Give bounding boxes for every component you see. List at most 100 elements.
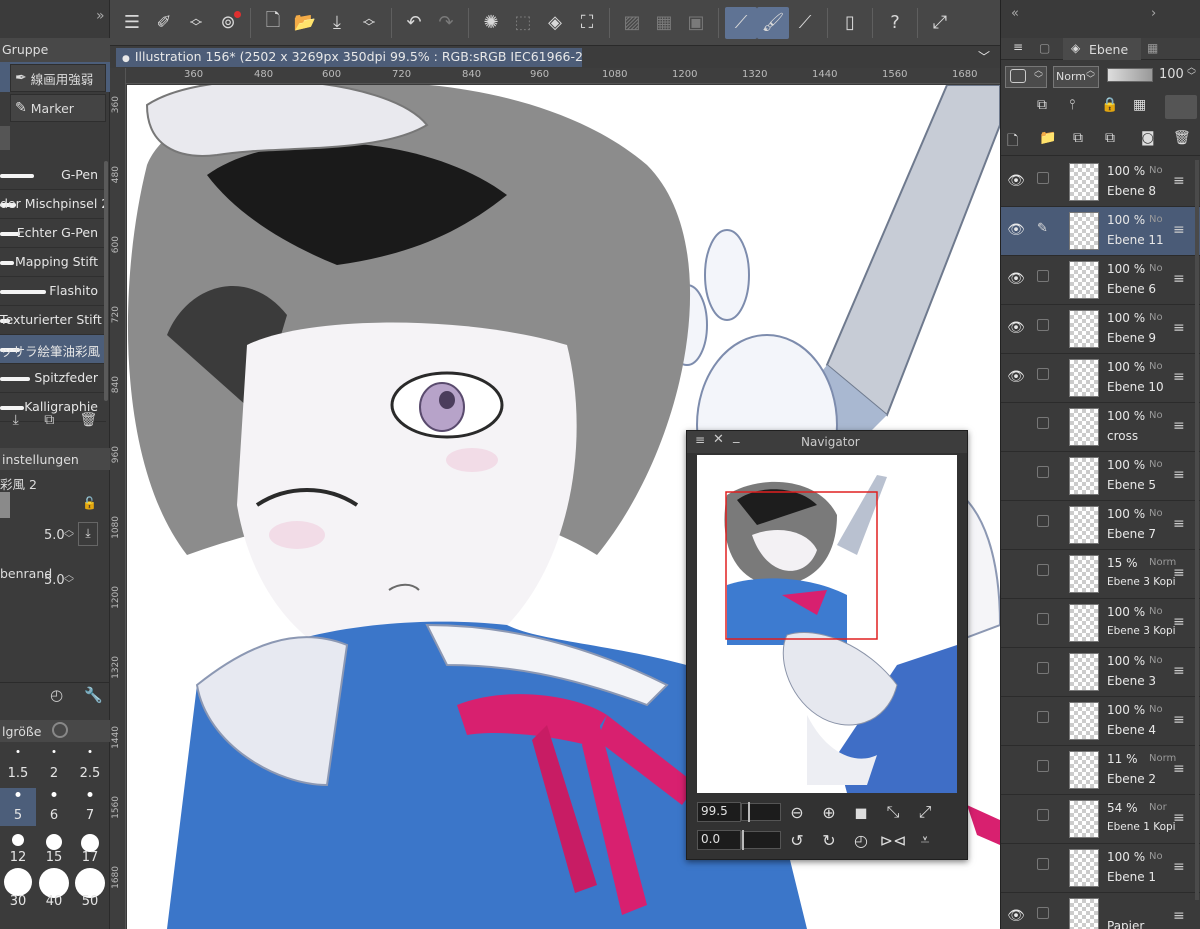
brush-size-option[interactable]: 2.5 <box>72 746 108 784</box>
farbenrand-value[interactable]: 5.0 <box>44 573 65 588</box>
pen-icon[interactable]: ✐ <box>148 7 180 39</box>
brush-item[interactable]: der Mischpinsel 2 <box>0 190 106 219</box>
fit-screen-icon[interactable]: ◼ <box>845 803 877 822</box>
pen-pressure-icon[interactable]: ⟋ <box>789 7 821 39</box>
layer-checkbox[interactable] <box>1037 662 1049 674</box>
brush-size-option[interactable]: 17 <box>72 830 108 868</box>
layer-row[interactable]: 54 % Nor Ebene 1 Kopi ≡ <box>1001 795 1200 844</box>
zoom-slider[interactable] <box>741 802 781 822</box>
layer-row[interactable]: 👁 100 % No Ebene 8 ≡ <box>1001 158 1200 207</box>
layer-menu-icon[interactable]: ≡ <box>1173 614 1185 630</box>
layer-checkbox[interactable] <box>1037 466 1049 478</box>
brush-size-option[interactable]: 15 <box>36 830 72 868</box>
layer-checkbox[interactable] <box>1037 760 1049 772</box>
layer-row[interactable]: 100 % No Ebene 5 ≡ <box>1001 452 1200 501</box>
layer-row[interactable]: 👁 Papier ≡ <box>1001 893 1200 929</box>
brush-size-option[interactable]: 50 <box>72 868 108 910</box>
layer-menu-icon[interactable]: ≡ <box>1173 418 1185 434</box>
mask-icon[interactable]: ◙ <box>1141 130 1155 146</box>
layer-scrollbar[interactable] <box>1195 160 1199 900</box>
brush-item[interactable]: G-Pen <box>0 161 106 190</box>
opacity-value[interactable]: 100 <box>1159 67 1184 82</box>
rotation-slider[interactable] <box>741 830 781 850</box>
phone-icon[interactable]: ▯ <box>834 7 866 39</box>
expand-icon[interactable]: › <box>1151 6 1156 21</box>
navigator-titlebar[interactable]: ≡ ✕ _ Navigator <box>687 429 967 453</box>
layer-checkbox[interactable] <box>1037 613 1049 625</box>
tab-icon[interactable]: ▦ <box>1147 41 1158 55</box>
download-brush-icon[interactable]: ⤓ <box>78 522 98 546</box>
blend-mode-select[interactable]: Norm ︿ ﹀ <box>1053 66 1099 88</box>
brush-size-value[interactable]: 5.0 <box>44 528 65 543</box>
subtool-marker[interactable]: ✎ Marker <box>10 94 106 122</box>
duplicate-icon[interactable]: ⧉ <box>44 412 54 436</box>
tab-layers[interactable]: ◈ Ebene <box>1063 38 1141 60</box>
layer-checkbox[interactable] <box>1037 858 1049 870</box>
eye-icon[interactable]: 👁 <box>1007 369 1025 385</box>
brush-size-option[interactable]: 7 <box>72 788 108 826</box>
rotation-field[interactable]: 0.0 <box>697 830 741 850</box>
layer-row[interactable]: 100 % No cross ≡ <box>1001 403 1200 452</box>
mask-enable-icon[interactable] <box>1165 95 1197 119</box>
layer-menu-icon[interactable]: ≡ <box>1173 222 1185 238</box>
opacity-slider[interactable] <box>1107 68 1153 82</box>
brush-size-option[interactable]: 1.5 <box>0 746 36 784</box>
save-icon[interactable]: ⤓ <box>321 7 353 39</box>
brush-item[interactable]: Echter G-Pen <box>0 219 106 248</box>
brush-item[interactable]: Spitzfeder <box>0 364 106 393</box>
zoom-field[interactable]: 99.5 <box>697 802 741 822</box>
layer-row[interactable]: 11 % Norm Ebene 2 ≡ <box>1001 746 1200 795</box>
layer-row[interactable]: 100 % No Ebene 3 Kopi ≡ <box>1001 599 1200 648</box>
layer-menu-icon[interactable]: ≡ <box>1173 516 1185 532</box>
layer-menu-icon[interactable]: ≡ <box>1173 810 1185 826</box>
layer-row[interactable]: 100 % No Ebene 7 ≡ <box>1001 501 1200 550</box>
pen-settings-icon[interactable]: ⟋ <box>725 6 757 39</box>
eye-icon[interactable]: 👁 <box>1007 320 1025 336</box>
eye-icon[interactable]: 👁 <box>1007 222 1025 238</box>
reset-rotation-icon[interactable]: ◴ <box>845 831 877 850</box>
layer-menu-icon[interactable]: ≡ <box>1173 859 1185 875</box>
flip-vertical-icon[interactable]: ⩡ <box>909 830 941 850</box>
brush-size-option[interactable]: 40 <box>36 868 72 910</box>
layer-menu-icon[interactable]: ≡ <box>1173 663 1185 679</box>
brush-size-option[interactable]: 2 <box>36 746 72 784</box>
fit-window-icon[interactable]: ⤢ <box>909 802 941 822</box>
lock-icon[interactable]: 🔓 <box>82 496 97 510</box>
rotate-left-icon[interactable]: ↺ <box>781 831 813 850</box>
layer-color-button[interactable]: ︿ ﹀ <box>1005 66 1047 88</box>
layer-menu-icon[interactable]: ≡ <box>1173 467 1185 483</box>
layer-row[interactable]: 15 % Norm Ebene 3 Kopi ≡ <box>1001 550 1200 599</box>
layer-checkbox[interactable] <box>1037 172 1049 184</box>
ruler-icon[interactable]: ▦ <box>648 7 680 39</box>
eye-icon[interactable]: 👁 <box>1007 271 1025 287</box>
layer-checkbox[interactable] <box>1037 515 1049 527</box>
close-icon[interactable]: ✕ <box>713 432 724 447</box>
expand-icon[interactable]: ⤢ <box>924 7 956 39</box>
subtool-line-pen[interactable]: ✒ 線画用強弱 <box>10 64 106 92</box>
layer-checkbox[interactable] <box>1037 319 1049 331</box>
wrench-icon[interactable]: 🔧 <box>84 686 103 704</box>
layer-checkbox[interactable] <box>1037 368 1049 380</box>
layer-row[interactable]: 100 % No Ebene 1 ≡ <box>1001 844 1200 893</box>
collapse-icon[interactable]: « <box>1011 6 1019 21</box>
size-mode-icon[interactable] <box>52 722 68 738</box>
layer-checkbox[interactable] <box>1037 711 1049 723</box>
eye-icon[interactable]: 👁 <box>1007 908 1025 924</box>
subtool-tab[interactable] <box>0 126 10 150</box>
layer-row[interactable]: 👁 100 % No Ebene 10 ≡ <box>1001 354 1200 403</box>
fill-icon[interactable]: ◈ <box>539 7 571 39</box>
undo-icon[interactable]: ↶ <box>398 7 430 39</box>
zoom-out-icon[interactable]: ⊖ <box>781 803 813 822</box>
new-file-icon[interactable]: 🗋 <box>257 7 289 39</box>
layer-menu-icon[interactable]: ≡ <box>1173 369 1185 385</box>
ruler-icon[interactable]: ▣ <box>680 7 712 39</box>
layer-row[interactable]: 100 % No Ebene 3 ≡ <box>1001 648 1200 697</box>
layer-menu-icon[interactable]: ≡ <box>1173 712 1185 728</box>
navigator-window[interactable]: ≡ ✕ _ Navigator 99.5 ⊖ ⊕ ◼ ⤡ ⤢ 0.0 ↺ ↻ ◴… <box>686 429 968 860</box>
layer-checkbox[interactable] <box>1037 270 1049 282</box>
delete-layer-icon[interactable]: 🗑 <box>1173 130 1191 146</box>
brush-item[interactable]: ッサラ絵筆油彩風 2 <box>0 335 106 364</box>
layer-row[interactable]: 👁 100 % No Ebene 6 ≡ <box>1001 256 1200 305</box>
layer-menu-icon[interactable]: ≡ <box>1173 271 1185 287</box>
menu-icon[interactable]: ☰ <box>116 7 148 39</box>
